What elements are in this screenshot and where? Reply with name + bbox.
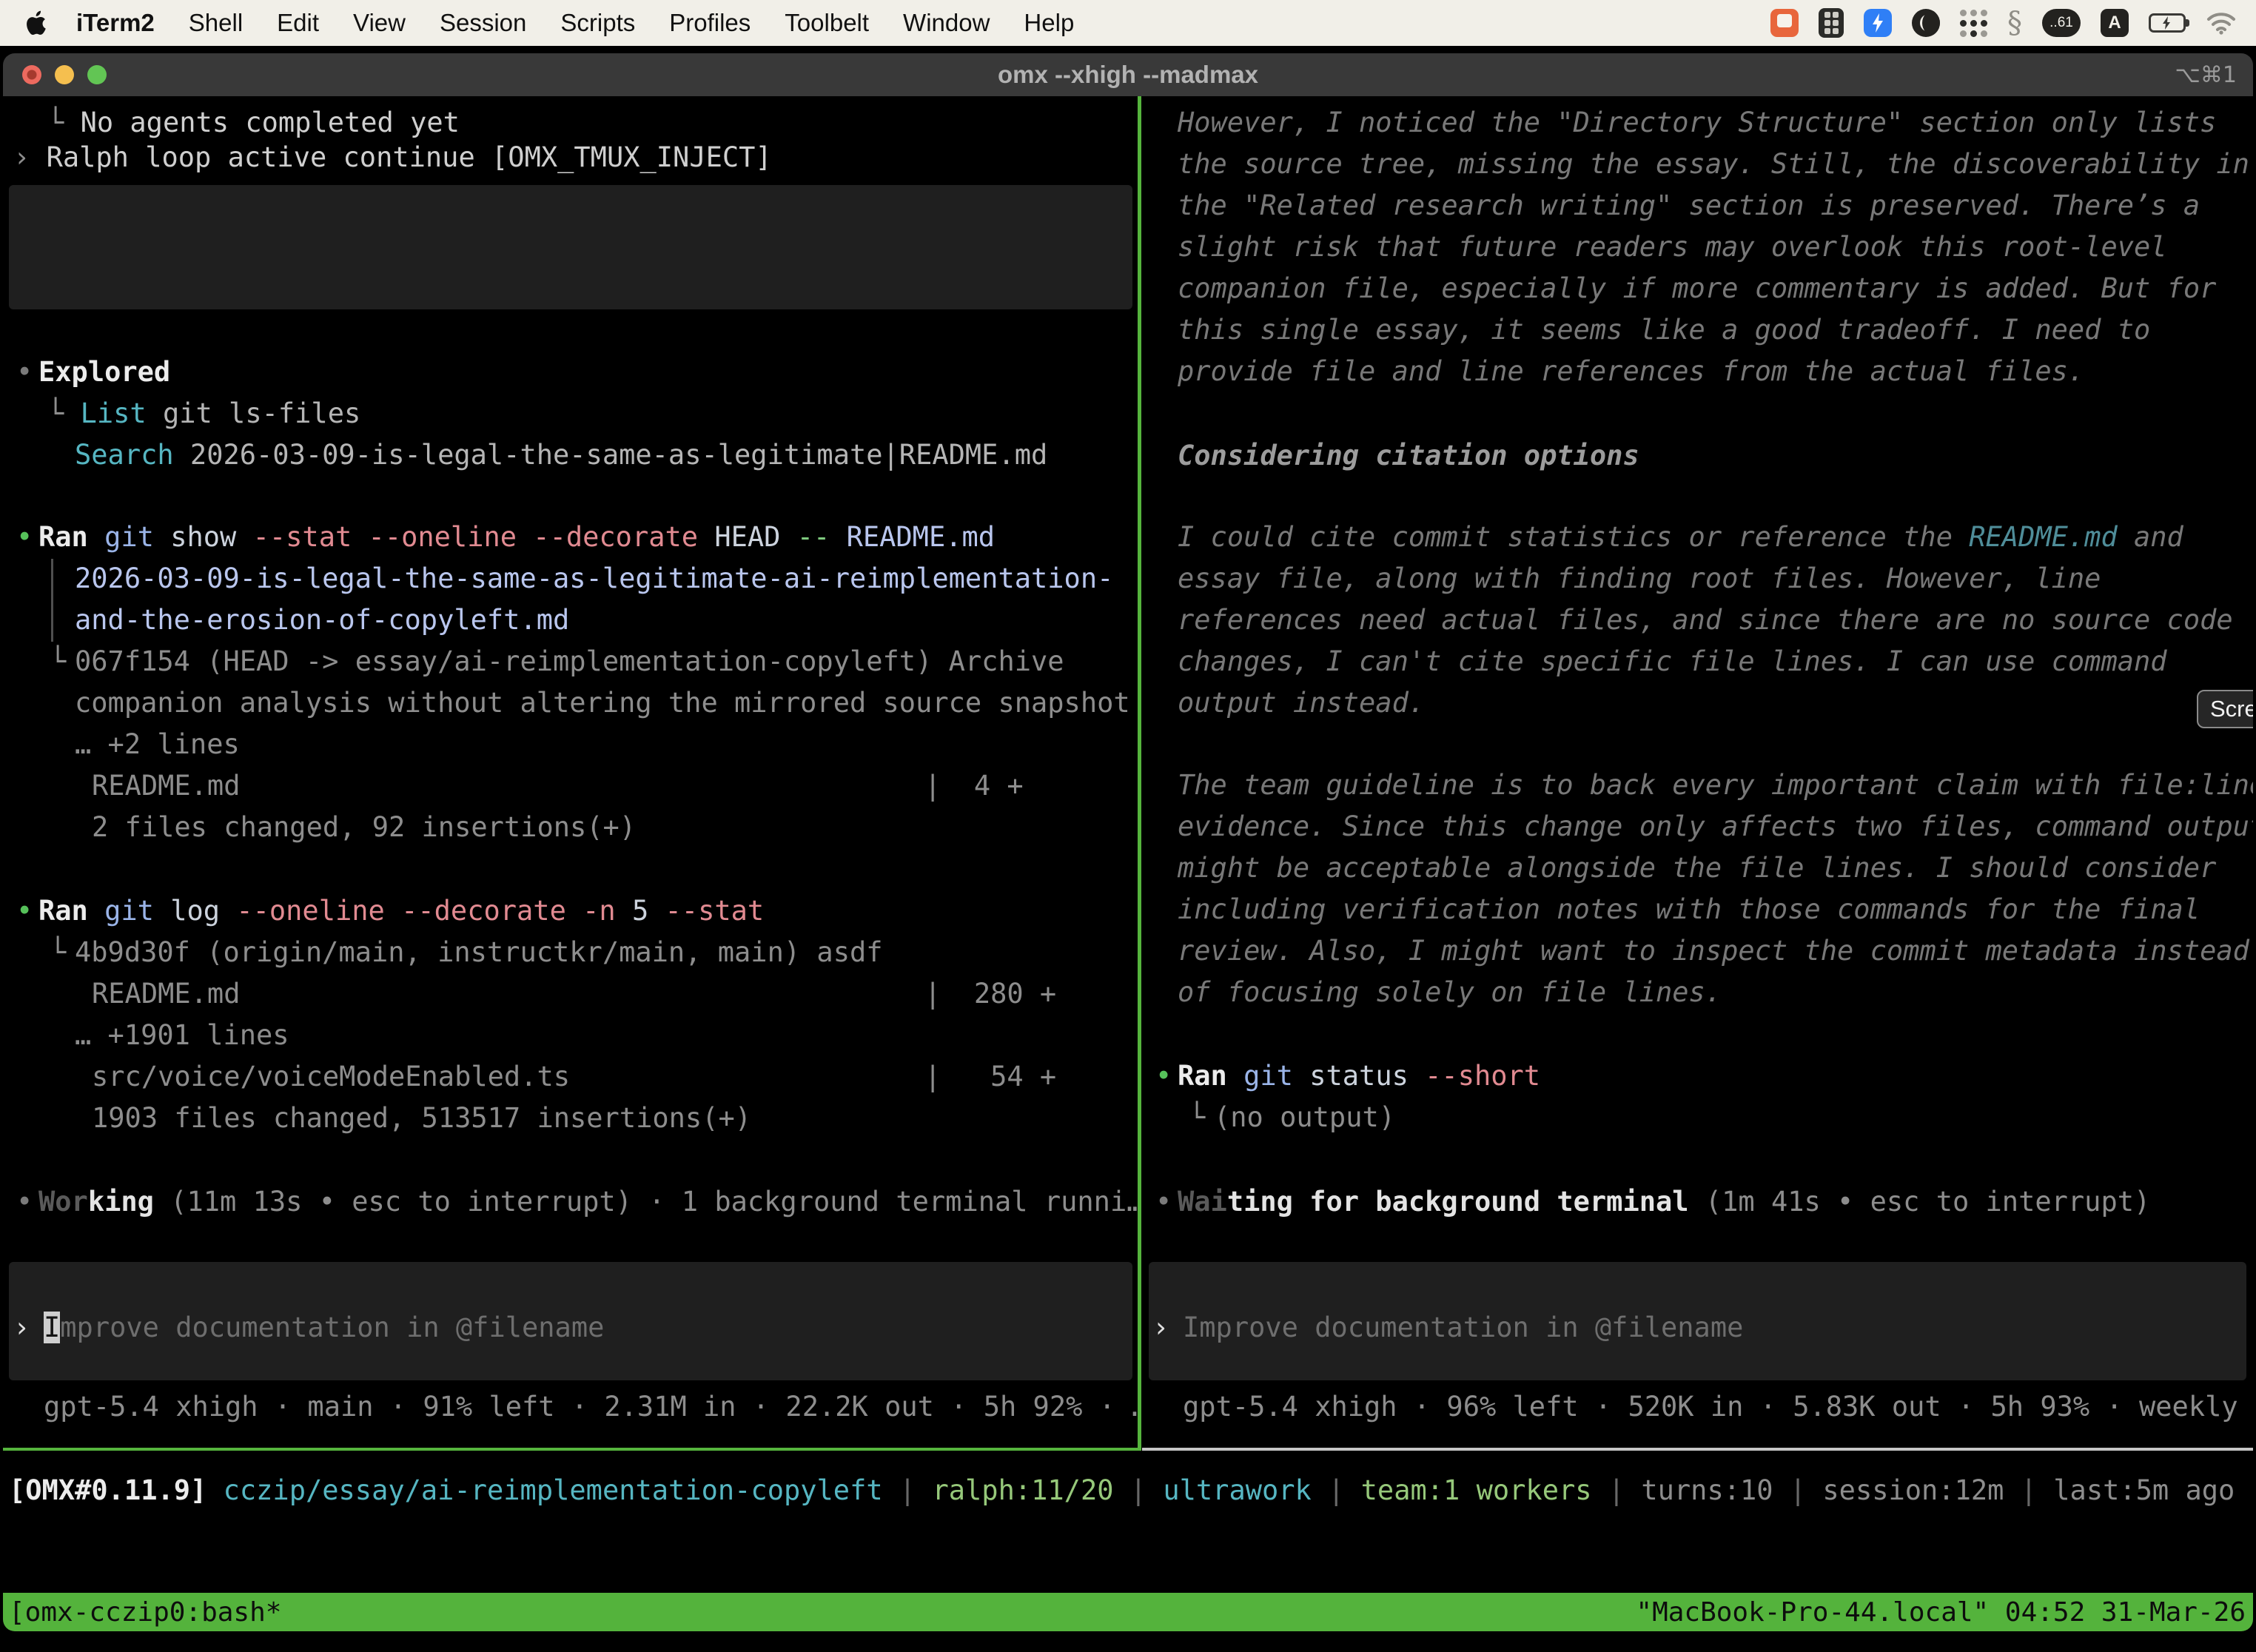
terminal-line: src/voice/voiceModeEnabled.ts| 54 + (3, 1055, 1138, 1098)
terminal-line: └(no output) (1142, 1096, 2253, 1138)
menu-item-edit[interactable]: Edit (260, 9, 336, 37)
terminal-line: └067f154 (HEAD -> essay/ai-reimplementat… (3, 640, 1138, 682)
composer-input-text: › Improve documentation in @filename (3, 1306, 1138, 1349)
iterm2-window: omx --xhigh --madmax ⌥⌘1 › Ralph loop ac… (3, 53, 2253, 1631)
screen-record-icon[interactable] (1770, 9, 1799, 37)
dots-grid-icon[interactable] (1960, 10, 1987, 37)
menu-item-view[interactable]: View (336, 9, 423, 37)
terminal-line: references need actual files, and since … (1142, 599, 2253, 641)
terminal-line: and-the-erosion-of-copyleft.md (3, 599, 1138, 641)
menu-item-session[interactable]: Session (423, 9, 543, 37)
terminal-line: of focusing solely on file lines. (1142, 971, 2253, 1013)
ralph-loop-prompt-box[interactable] (9, 185, 1132, 309)
terminal-line: the source tree, missing the essay. Stil… (1142, 143, 2253, 185)
pane-border-bottom-left (3, 1448, 1138, 1451)
omx-status-line: [OMX#0.11.9] cczip/essay/ai-reimplementa… (9, 1469, 2253, 1511)
terminal-line: changes, I can't cite specific file line… (1142, 640, 2253, 682)
window-title: omx --xhigh --madmax (3, 53, 2253, 96)
menu-item-window[interactable]: Window (886, 9, 1007, 37)
menu-item-scripts[interactable]: Scripts (543, 9, 652, 37)
composer-input-text: › Improve documentation in @filename (1142, 1306, 2253, 1349)
omx-agent-pane-right[interactable]: However, I noticed the "Directory Struct… (1142, 96, 2253, 1451)
tmux-host-clock: "MacBook-Pro-44.local" 04:52 31-Mar-26 (1636, 1597, 2246, 1628)
window-shortcut-badge: ⌥⌘1 (2175, 53, 2237, 96)
dragon-icon[interactable]: § (2007, 8, 2022, 38)
terminal-line: provide file and line references from th… (1142, 350, 2253, 392)
window-title-bar[interactable]: omx --xhigh --madmax ⌥⌘1 (3, 53, 2253, 96)
terminal-content: › Ralph loop active continue [OMX_TMUX_I… (3, 96, 2253, 1631)
terminal-line: 2 files changed, 92 insertions(+) (3, 806, 1138, 848)
ran-git-status: •Ran git status --short (1142, 1055, 2253, 1097)
count-badge-icon[interactable]: ..61 (2042, 9, 2081, 37)
menu-item-iterm2[interactable]: iTerm2 (59, 9, 172, 37)
pane-border-bottom-right (1142, 1448, 2253, 1451)
menu-status-icons: § ..61 A (1770, 8, 2256, 38)
battery-icon[interactable] (2149, 13, 2186, 33)
ran-git-show: •Ran git show --stat --oneline --decorat… (3, 516, 1138, 558)
explored-list: └ List git ls-files (3, 392, 1138, 434)
terminal-line: essay file, along with finding root file… (1142, 557, 2253, 600)
terminal-line: evidence. Since this change only affects… (1142, 805, 2253, 847)
macos-menu-bar: iTerm2ShellEditViewSessionScriptsProfile… (0, 0, 2256, 46)
model-status-line: gpt-5.4 xhigh · main · 91% left · 2.31M … (3, 1386, 1138, 1428)
terminal-line: README.md| 4 + (3, 765, 1138, 807)
ran-git-log: •Ran git log --oneline --decorate -n 5 -… (3, 890, 1138, 932)
terminal-line: … +2 lines (3, 723, 1138, 765)
moon-icon[interactable] (1912, 9, 1940, 37)
reasoning-paragraph-3: The team guideline is to back every impo… (1142, 764, 2253, 806)
reasoning-paragraph-1: However, I noticed the "Directory Struct… (1142, 101, 2253, 144)
terminal-line: companion analysis without altering the … (3, 682, 1138, 724)
explored-header: •Explored (3, 351, 1138, 393)
menu-items: iTerm2ShellEditViewSessionScriptsProfile… (59, 9, 1091, 37)
bolt-badge-icon[interactable] (1864, 9, 1892, 37)
terminal-line: output instead. (1142, 682, 2253, 724)
tooltip-text: Scre (2210, 696, 2253, 722)
terminal-line: including verification notes with those … (1142, 888, 2253, 930)
terminal-line: 1903 files changed, 513517 insertions(+) (3, 1097, 1138, 1139)
tmux-status-bar: [omx-cczip0:bash* "MacBook-Pro-44.local"… (3, 1593, 2253, 1631)
terminal-line: this single essay, it seems like a good … (1142, 309, 2253, 351)
apple-menu-icon[interactable] (27, 10, 49, 36)
explored-search: Search 2026-03-09-is-legal-the-same-as-l… (3, 434, 1138, 476)
terminal-line: … +1901 lines (3, 1014, 1138, 1056)
waiting-status-line: •Waiting for background terminal (1m 41s… (1142, 1181, 2253, 1223)
terminal-line: companion file, especially if more comme… (1142, 267, 2253, 309)
pane-divider-vertical[interactable] (1138, 96, 1141, 1451)
wifi-icon[interactable] (2206, 11, 2237, 35)
terminal-line: 2026-03-09-is-legal-the-same-as-legitima… (3, 557, 1138, 600)
screen-tooltip: Scre (2197, 690, 2253, 728)
terminal-line: README.md| 280 + (3, 973, 1138, 1015)
working-status-line: •Working (11m 13s • esc to interrupt) · … (3, 1181, 1138, 1223)
terminal-line: └4b9d30f (origin/main, instructkr/main, … (3, 931, 1138, 973)
reasoning-paragraph-2: I could cite commit statistics or refere… (1142, 516, 2253, 558)
menu-item-help[interactable]: Help (1007, 9, 1091, 37)
terminal-line: review. Also, I might want to inspect th… (1142, 930, 2253, 972)
omx-status-bar: [OMX#0.11.9] cczip/essay/ai-reimplementa… (9, 1469, 2253, 1511)
reasoning-heading: Considering citation options (1142, 434, 2253, 477)
terminal-line: slight risk that future readers may over… (1142, 226, 2253, 268)
keyboard-icon[interactable] (1819, 8, 1844, 38)
menu-item-toolbelt[interactable]: Toolbelt (768, 9, 886, 37)
tmux-session-name: [omx-cczip0:bash* (9, 1597, 281, 1628)
menu-item-shell[interactable]: Shell (172, 9, 260, 37)
input-source-icon[interactable]: A (2101, 9, 2129, 37)
omx-agent-pane-left[interactable]: › Ralph loop active continue [OMX_TMUX_I… (3, 96, 1138, 1451)
terminal-line: might be acceptable alongside the file l… (1142, 847, 2253, 889)
model-status-line: gpt-5.4 xhigh · 96% left · 520K in · 5.8… (1142, 1386, 2253, 1428)
agents-completed-line: └ No agents completed yet (3, 101, 1138, 144)
terminal-line: the "Related research writing" section i… (1142, 184, 2253, 226)
menu-item-profiles[interactable]: Profiles (652, 9, 768, 37)
